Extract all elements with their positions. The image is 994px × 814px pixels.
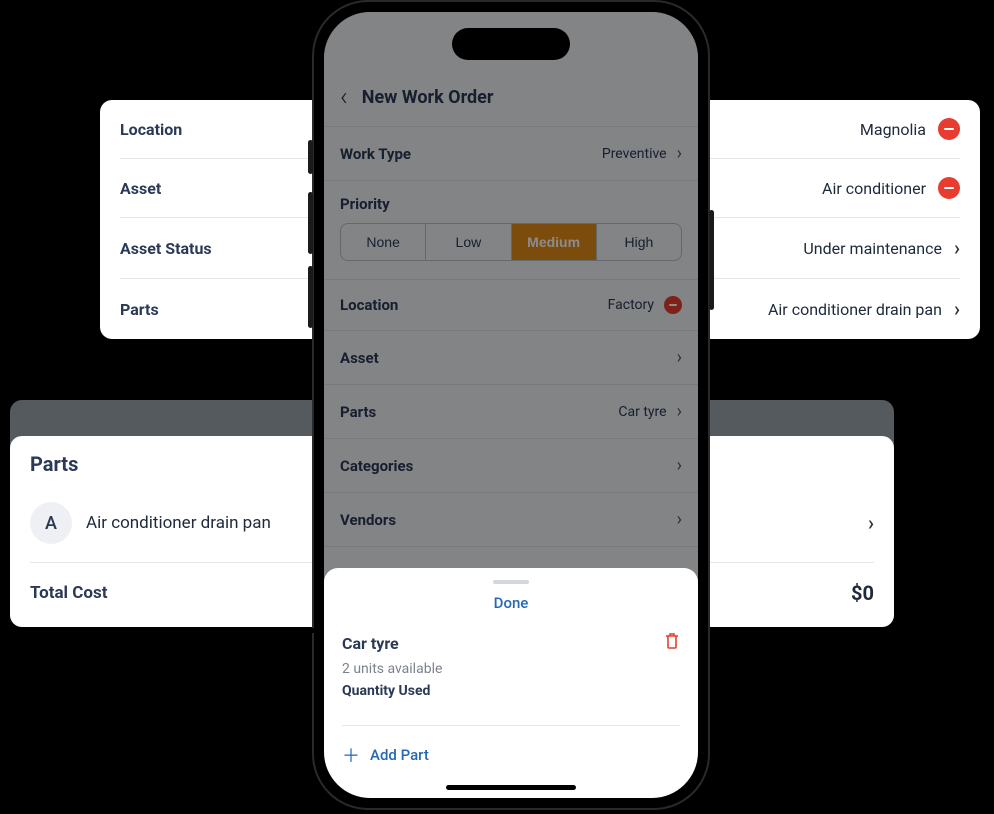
remove-icon[interactable]: [938, 118, 960, 140]
parts-label: Parts: [120, 300, 159, 319]
quantity-used-label: Quantity Used: [342, 683, 680, 726]
parts-bottom-sheet: Done Car tyre 2 units available Quantity…: [324, 568, 698, 798]
phone-notch: [452, 28, 570, 60]
chevron-right-icon: ›: [868, 511, 874, 535]
part-avatar: A: [30, 502, 72, 544]
asset-value: Air conditioner: [822, 179, 926, 198]
phone-side-button: [709, 210, 714, 310]
asset-label: Asset: [120, 179, 161, 198]
total-cost-label: Total Cost: [30, 583, 107, 603]
part-name: Air conditioner drain pan: [86, 513, 271, 533]
availability-text: 2 units available: [342, 661, 680, 677]
sheet-part-name: Car tyre: [342, 634, 399, 653]
asset-status-label: Asset Status: [120, 239, 212, 258]
remove-icon[interactable]: [938, 177, 960, 199]
location-value: Magnolia: [860, 120, 926, 139]
location-label: Location: [120, 120, 182, 139]
phone-side-button: [308, 192, 313, 254]
plus-icon: ＋: [342, 742, 360, 768]
total-cost-value: $0: [851, 581, 874, 605]
parts-value: Air conditioner drain pan: [768, 300, 942, 319]
chevron-right-icon: ›: [954, 236, 960, 260]
phone-screen: ‹ New Work Order Work Type Preventive › …: [324, 12, 698, 798]
phone-side-button: [308, 140, 313, 174]
done-button[interactable]: Done: [342, 594, 680, 632]
add-part-label: Add Part: [370, 746, 429, 764]
asset-status-value: Under maintenance: [803, 239, 942, 258]
home-indicator: [446, 785, 576, 790]
sheet-handle[interactable]: [493, 580, 529, 584]
phone-side-button: [308, 266, 313, 328]
decorative-handle: [300, 628, 320, 633]
trash-icon[interactable]: [664, 632, 680, 655]
phone-frame: ‹ New Work Order Work Type Preventive › …: [312, 0, 710, 810]
chevron-right-icon: ›: [954, 297, 960, 321]
add-part-button[interactable]: ＋ Add Part: [342, 726, 680, 768]
